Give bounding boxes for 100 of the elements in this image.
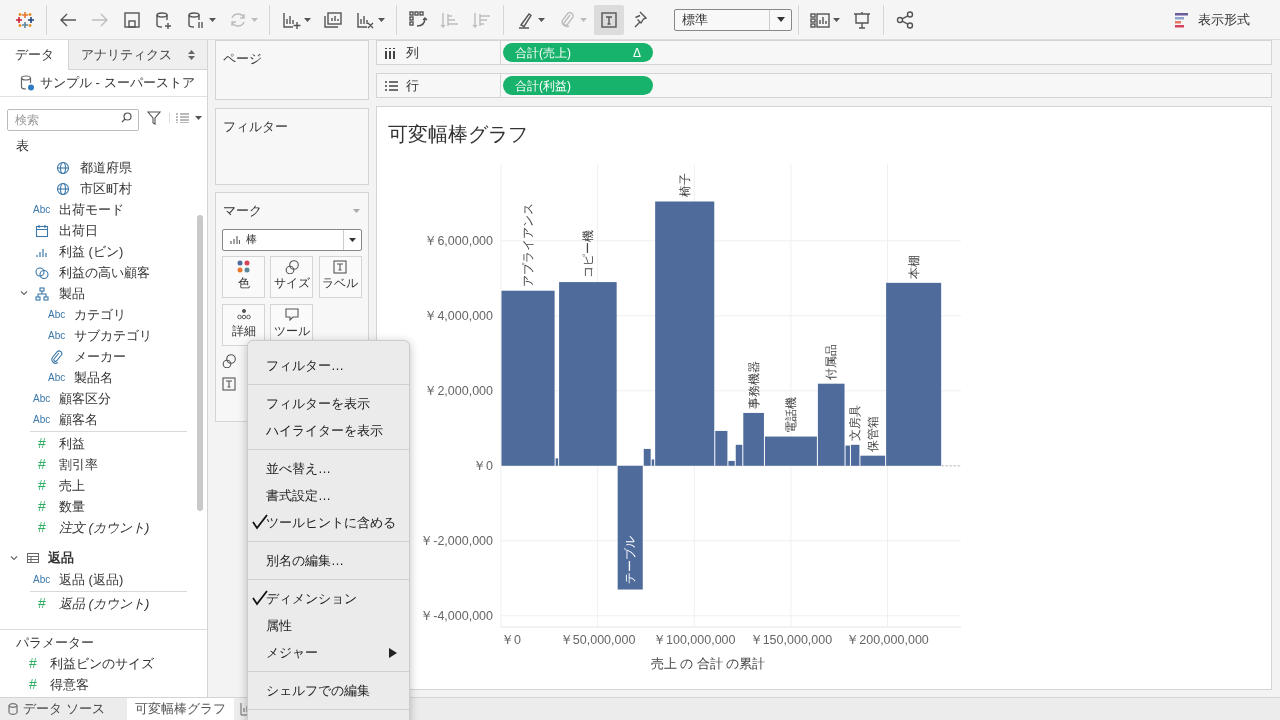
- calendar-icon: [35, 223, 49, 238]
- field-item[interactable]: 市区町村: [80, 178, 132, 199]
- field-item[interactable]: 注文 (カウント): [59, 517, 150, 538]
- globe-icon: [56, 181, 70, 196]
- rows-icon: [384, 79, 398, 92]
- pause-data-source-icon: [186, 9, 206, 30]
- field-item[interactable]: 製品名: [74, 367, 113, 388]
- data-source-item[interactable]: サンプル - スーパーストア: [0, 70, 207, 97]
- field-item[interactable]: 返品 (返品): [59, 569, 124, 590]
- hierarchy-icon: [35, 286, 49, 301]
- label-text-icon[interactable]: [222, 376, 236, 391]
- sheet-tab[interactable]: データ ソース: [0, 698, 113, 720]
- menu-item[interactable]: メジャー: [248, 639, 409, 666]
- measure-type-icon: #: [33, 433, 51, 454]
- format-bars-icon: [1174, 11, 1190, 28]
- field-item[interactable]: 割引率: [59, 454, 98, 475]
- axis-tick-label: ￥-2,000,000: [420, 533, 493, 548]
- string-type-icon: Abc: [48, 370, 66, 385]
- color-dots-icon: [237, 260, 250, 273]
- bar-label: 本棚: [906, 254, 921, 279]
- parameter-item[interactable]: 利益ビンのサイズ: [50, 653, 154, 674]
- bar-label: アプライアンス: [521, 202, 536, 287]
- axis-tick-label: ￥150,000,000: [749, 633, 833, 647]
- label-text-icon: [333, 259, 348, 274]
- measure-type-icon: #: [33, 593, 51, 614]
- color-mark-button[interactable]: 色: [222, 255, 265, 298]
- field-item[interactable]: 出荷日: [59, 220, 98, 241]
- measure-type-icon: #: [33, 454, 51, 475]
- field-item[interactable]: サブカテゴリ: [74, 325, 152, 346]
- string-type-icon: Abc: [33, 572, 51, 587]
- field-item[interactable]: 数量: [59, 496, 85, 517]
- scrollbar-thumb[interactable]: [197, 215, 203, 511]
- bar-label: 付属品: [824, 343, 839, 380]
- measure-type-icon: #: [33, 496, 51, 517]
- bar-label: 保管箱: [865, 415, 880, 452]
- field-item[interactable]: 都道府県: [80, 157, 132, 178]
- format-button[interactable]: 表示形式: [1174, 9, 1250, 30]
- field-item[interactable]: 顧客区分: [59, 388, 111, 409]
- tooltip-bubble-icon: [284, 308, 299, 321]
- checkmark-icon: [252, 514, 268, 530]
- menu-item[interactable]: フィルターを表示: [248, 390, 409, 417]
- shelf-label: 行: [406, 76, 419, 95]
- field-item[interactable]: 顧客名: [59, 409, 98, 430]
- paperclip-icon: [50, 349, 64, 364]
- view-size-dropdown[interactable]: 標準: [674, 8, 792, 31]
- caret-icon: [833, 17, 840, 22]
- menu-item[interactable]: 書式設定…: [248, 482, 409, 509]
- axis-tick-label: ￥0: [501, 633, 521, 647]
- save-icon: [122, 9, 142, 30]
- search-field[interactable]: 検索: [7, 109, 139, 131]
- share-icon: [895, 9, 915, 30]
- size-circles-icon[interactable]: [222, 353, 236, 368]
- chevron-down-icon[interactable]: [20, 289, 28, 297]
- card-title: マーク: [223, 202, 262, 220]
- menu-item[interactable]: ハイライターを表示: [248, 417, 409, 444]
- axis-tick-label: ￥2,000,000: [424, 383, 493, 398]
- show-labels-button[interactable]: [594, 4, 624, 35]
- menu-item[interactable]: 属性: [248, 612, 409, 639]
- field-item[interactable]: メーカー: [74, 346, 126, 367]
- presentation-icon: [852, 9, 872, 30]
- table-icon: [26, 551, 40, 565]
- pane-tab[interactable]: アナリティクス: [68, 40, 207, 70]
- caret-icon[interactable]: [195, 116, 202, 120]
- menu-item[interactable]: ディメンション: [248, 585, 409, 612]
- label-mark-button[interactable]: ラベル: [318, 255, 362, 298]
- swap-axes-icon: [408, 9, 428, 30]
- filter-icon[interactable]: [147, 111, 161, 125]
- size-circles-icon: [284, 259, 299, 274]
- menu-item[interactable]: シェルフでの編集: [248, 677, 409, 704]
- list-view-icon[interactable]: [176, 113, 189, 123]
- string-type-icon: Abc: [33, 412, 51, 427]
- string-type-icon: Abc: [33, 202, 51, 217]
- size-mark-button[interactable]: サイズ: [270, 255, 314, 298]
- duplicate-sheet-icon: [323, 9, 343, 30]
- bar-label: テーブル: [623, 535, 638, 584]
- table-name[interactable]: 返品: [48, 548, 74, 568]
- sheet-tab[interactable]: 可変幅棒グラフ: [126, 698, 234, 720]
- field-item[interactable]: 返品 (カウント): [59, 593, 150, 614]
- field-item[interactable]: カテゴリ: [74, 304, 126, 325]
- card-title: ページ: [222, 50, 263, 68]
- mark-type-dropdown[interactable]: 棒: [222, 228, 362, 251]
- parameter-item[interactable]: 得意客: [50, 674, 89, 695]
- axis-tick-label: ￥200,000,000: [846, 633, 929, 647]
- caret-icon: [349, 237, 356, 242]
- field-item[interactable]: 利益 (ビン): [59, 241, 124, 262]
- field-item[interactable]: 利益の高い顧客: [59, 262, 150, 283]
- menu-item[interactable]: フィルター…: [248, 352, 409, 379]
- bar-label: 椅子: [677, 173, 692, 198]
- menu-item[interactable]: ツールヒントに含める: [248, 509, 409, 536]
- field-item[interactable]: 売上: [59, 475, 85, 496]
- menu-item[interactable]: 並べ替え…: [248, 455, 409, 482]
- field-item[interactable]: 利益: [59, 433, 85, 454]
- show-labels-icon: [599, 9, 619, 30]
- field-item[interactable]: 出荷モード: [59, 199, 124, 220]
- submenu-arrow-icon: [389, 647, 397, 658]
- field-item[interactable]: 製品: [59, 283, 85, 304]
- string-type-icon: Abc: [48, 328, 66, 343]
- chevron-down-icon[interactable]: [10, 554, 18, 562]
- menu-item[interactable]: 別名の編集…: [248, 547, 409, 574]
- detail-mark-button[interactable]: 詳細: [222, 303, 265, 346]
